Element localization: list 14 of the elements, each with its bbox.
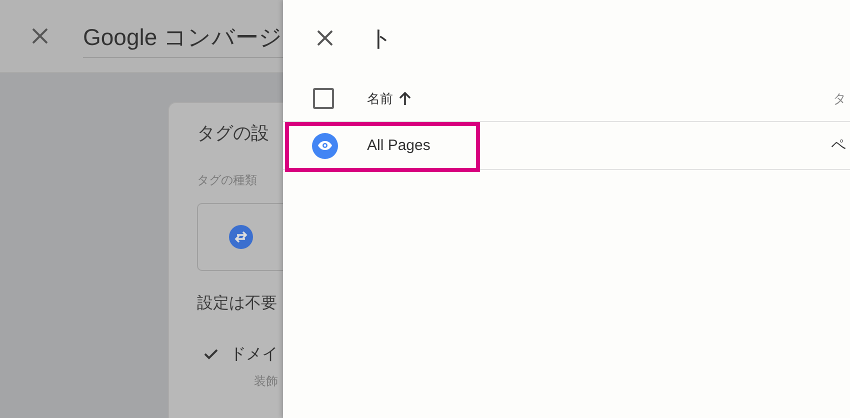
swap-arrows-icon [229, 225, 253, 249]
table-cell-text: All Pages [367, 137, 432, 154]
table-cell: ペ [831, 136, 846, 155]
up-arrow-icon [399, 92, 411, 105]
trigger-row[interactable]: All Pages ペ [283, 122, 850, 170]
card-title: タグの設 [197, 122, 270, 145]
tag-type-label: タグの種類 [197, 172, 258, 189]
eye-icon [312, 132, 338, 158]
check-label: ドメイ [230, 345, 278, 365]
note-text: 設定は不要 [197, 294, 278, 314]
select-all-checkbox[interactable] [313, 88, 334, 109]
sub-label: 装飾 [254, 373, 279, 390]
panel-title: ト [369, 24, 393, 52]
column-header[interactable]: 名前 [367, 90, 393, 108]
